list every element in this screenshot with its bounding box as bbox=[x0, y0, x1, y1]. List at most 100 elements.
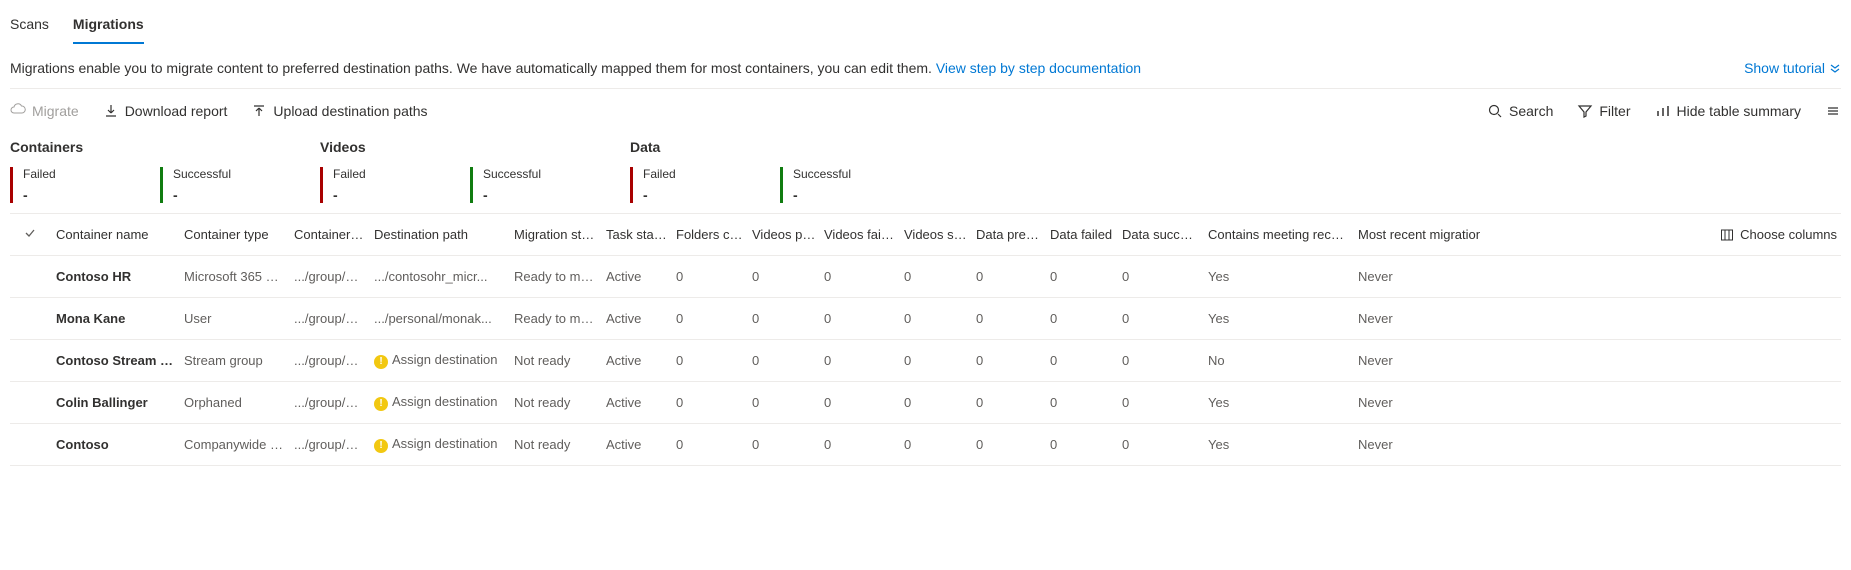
cell-migration-status: Ready to migrate bbox=[510, 261, 602, 292]
col-most-recent-migration[interactable]: Most recent migration ↓ bbox=[1354, 219, 1480, 250]
row-checkbox[interactable] bbox=[10, 395, 50, 411]
cell-videos-successful: 0 bbox=[900, 261, 972, 292]
data-successful-value: - bbox=[793, 187, 920, 203]
data-successful-card: Successful - bbox=[780, 167, 930, 203]
cell-meeting-recording: Yes bbox=[1204, 429, 1354, 460]
cell-videos-previous: 0 bbox=[748, 387, 820, 418]
download-icon bbox=[103, 103, 119, 119]
tabs: Scans Migrations bbox=[10, 0, 1841, 44]
col-container-type[interactable]: Container type bbox=[180, 219, 290, 250]
upload-icon bbox=[251, 103, 267, 119]
col-folders-created[interactable]: Folders created bbox=[672, 219, 748, 250]
cell-destination-path[interactable]: !Assign destination bbox=[370, 428, 510, 461]
row-checkbox[interactable] bbox=[10, 437, 50, 453]
row-checkbox[interactable] bbox=[10, 269, 50, 285]
col-container-name[interactable]: Container name bbox=[50, 219, 180, 250]
col-data-failed[interactable]: Data failed bbox=[1046, 219, 1118, 250]
hide-summary-button[interactable]: Hide table summary bbox=[1655, 103, 1802, 119]
download-report-button[interactable]: Download report bbox=[103, 103, 228, 119]
cell-data-previous: 0 bbox=[972, 261, 1046, 292]
cell-data-successful: 0 bbox=[1118, 345, 1204, 376]
cell-container-path: .../group/ed53... bbox=[290, 303, 370, 334]
search-label: Search bbox=[1509, 103, 1553, 119]
videos-successful-value: - bbox=[483, 187, 610, 203]
upload-destination-label: Upload destination paths bbox=[273, 103, 427, 119]
col-task-status[interactable]: Task status bbox=[602, 219, 672, 250]
cell-folders-created: 0 bbox=[672, 345, 748, 376]
cell-container-name: Contoso Stream Group bbox=[50, 345, 180, 376]
summary-videos: Videos Failed - Successful - bbox=[320, 139, 630, 203]
cell-destination-path[interactable]: !Assign destination bbox=[370, 344, 510, 377]
tab-migrations[interactable]: Migrations bbox=[73, 10, 144, 44]
col-container-path[interactable]: Container path bbox=[290, 219, 370, 250]
col-destination-path[interactable]: Destination path bbox=[370, 219, 510, 250]
cell-videos-failed: 0 bbox=[820, 387, 900, 418]
table-summary-icon bbox=[1655, 103, 1671, 119]
warning-icon: ! bbox=[374, 355, 388, 369]
toolbar-left: Migrate Download report Upload destinati… bbox=[10, 103, 428, 119]
col-videos-failed[interactable]: Videos failed bbox=[820, 219, 900, 250]
cell-data-successful: 0 bbox=[1118, 387, 1204, 418]
filter-button[interactable]: Filter bbox=[1577, 103, 1630, 119]
table-row[interactable]: ContosoCompanywide channel.../group/ed53… bbox=[10, 424, 1841, 466]
cell-migration-status: Ready to migrate bbox=[510, 303, 602, 334]
table-row[interactable]: Colin BallingerOrphaned.../group/ed53...… bbox=[10, 382, 1841, 424]
cell-videos-failed: 0 bbox=[820, 261, 900, 292]
col-videos-successful[interactable]: Videos succ... bbox=[900, 219, 972, 250]
col-data-previous[interactable]: Data previo... bbox=[972, 219, 1046, 250]
cell-data-successful: 0 bbox=[1118, 261, 1204, 292]
cell-data-previous: 0 bbox=[972, 303, 1046, 334]
more-icon bbox=[1825, 103, 1841, 119]
col-meeting-recording[interactable]: Contains meeting recording bbox=[1204, 219, 1354, 250]
cell-most-recent: Never bbox=[1354, 303, 1480, 334]
cell-destination-path[interactable]: !Assign destination bbox=[370, 386, 510, 419]
cell-videos-failed: 0 bbox=[820, 345, 900, 376]
cell-container-name: Contoso bbox=[50, 429, 180, 460]
more-options-button[interactable] bbox=[1825, 103, 1841, 119]
toolbar-right: Search Filter Hide table summary bbox=[1487, 103, 1841, 119]
cell-migration-status: Not ready bbox=[510, 345, 602, 376]
cell-data-failed: 0 bbox=[1046, 261, 1118, 292]
cell-container-name: Contoso HR bbox=[50, 261, 180, 292]
cell-folders-created: 0 bbox=[672, 387, 748, 418]
warning-icon: ! bbox=[374, 439, 388, 453]
table-header: Container name Container type Container … bbox=[10, 214, 1841, 256]
cell-meeting-recording: Yes bbox=[1204, 303, 1354, 334]
cell-videos-previous: 0 bbox=[748, 303, 820, 334]
col-most-recent-label: Most recent migration bbox=[1358, 227, 1480, 242]
row-checkbox[interactable] bbox=[10, 353, 50, 369]
upload-destination-button[interactable]: Upload destination paths bbox=[251, 103, 427, 119]
cell-meeting-recording: No bbox=[1204, 345, 1354, 376]
cell-container-type: Stream group bbox=[180, 345, 290, 376]
col-migration-status[interactable]: Migration status bbox=[510, 219, 602, 250]
choose-columns-label: Choose columns bbox=[1740, 227, 1837, 242]
migrate-label: Migrate bbox=[32, 103, 79, 119]
cell-data-failed: 0 bbox=[1046, 429, 1118, 460]
choose-columns-button[interactable]: Choose columns bbox=[1480, 219, 1841, 250]
cell-spacer bbox=[1480, 395, 1841, 411]
cell-container-type: Microsoft 365 group bbox=[180, 261, 290, 292]
col-videos-previous[interactable]: Videos prev... bbox=[748, 219, 820, 250]
cell-task-status: Active bbox=[602, 303, 672, 334]
tab-scans[interactable]: Scans bbox=[10, 10, 49, 44]
videos-successful-label: Successful bbox=[483, 167, 610, 181]
columns-icon bbox=[1720, 228, 1734, 242]
filter-icon bbox=[1577, 103, 1593, 119]
containers-successful-card: Successful - bbox=[160, 167, 310, 203]
cell-migration-status: Not ready bbox=[510, 429, 602, 460]
search-button[interactable]: Search bbox=[1487, 103, 1553, 119]
cell-most-recent: Never bbox=[1354, 387, 1480, 418]
table-row[interactable]: Mona KaneUser.../group/ed53....../person… bbox=[10, 298, 1841, 340]
containers-successful-value: - bbox=[173, 187, 300, 203]
select-all-checkbox[interactable] bbox=[10, 218, 50, 251]
cell-task-status: Active bbox=[602, 387, 672, 418]
cell-meeting-recording: Yes bbox=[1204, 261, 1354, 292]
table-row[interactable]: Contoso HRMicrosoft 365 group.../group/e… bbox=[10, 256, 1841, 298]
table-row[interactable]: Contoso Stream GroupStream group.../grou… bbox=[10, 340, 1841, 382]
documentation-link[interactable]: View step by step documentation bbox=[936, 60, 1141, 76]
show-tutorial-button[interactable]: Show tutorial bbox=[1744, 60, 1841, 76]
cell-videos-previous: 0 bbox=[748, 261, 820, 292]
cell-most-recent: Never bbox=[1354, 429, 1480, 460]
row-checkbox[interactable] bbox=[10, 311, 50, 327]
col-data-successful[interactable]: Data successful bbox=[1118, 219, 1204, 250]
